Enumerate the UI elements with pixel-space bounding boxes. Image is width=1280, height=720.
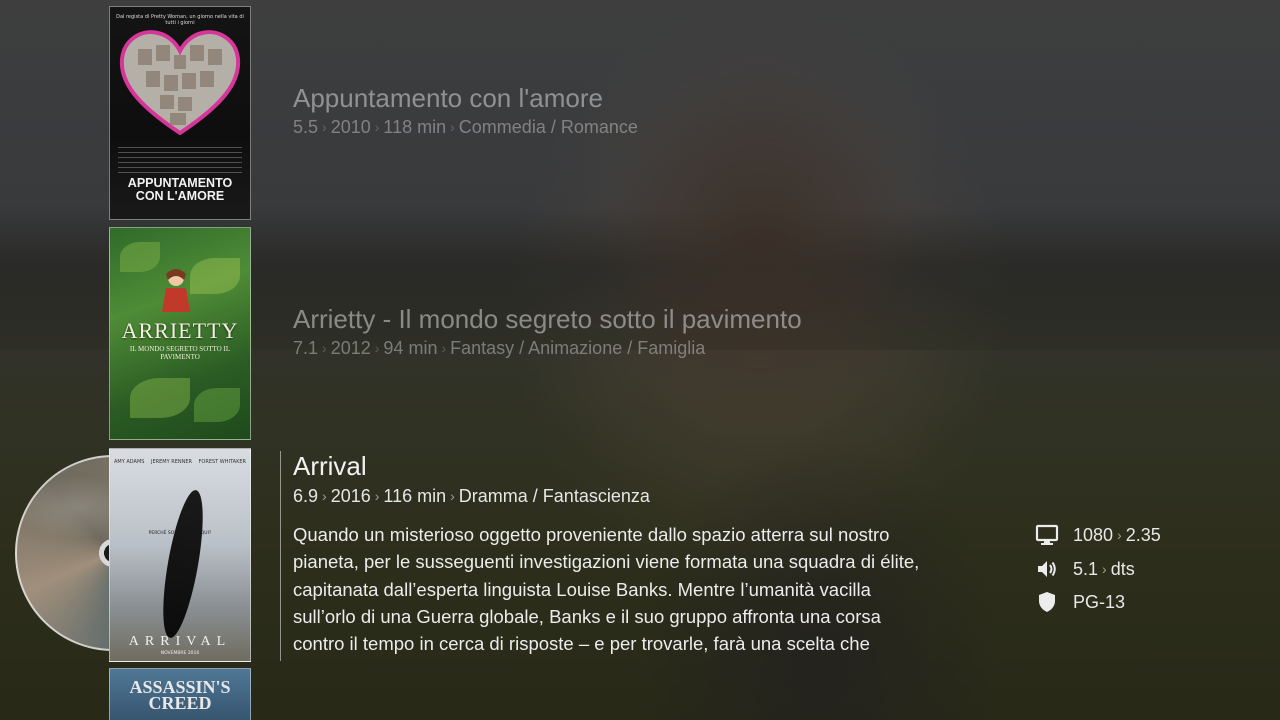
year-value: 2016: [330, 486, 371, 506]
cast-name: FOREST WHITAKER: [198, 459, 246, 465]
cast-name: JEREMY RENNER: [151, 459, 192, 465]
video-info: 1080 › 2.35: [1035, 522, 1161, 548]
mpaa-rating: PG-13: [1073, 591, 1126, 612]
poster-arrietty[interactable]: ARRIETTY IL MONDO SEGRETO SOTTO IL PAVIM…: [109, 227, 251, 440]
poster-title: ARRIVAL: [128, 634, 232, 649]
year-value: 2010: [330, 117, 371, 137]
separator: ›: [441, 340, 447, 356]
poster-cast: AMY ADAMS JEREMY RENNER FOREST WHITAKER: [114, 459, 246, 465]
genres-value: Fantasy / Animazione / Famiglia: [450, 338, 706, 358]
rating-value: 7.1: [293, 338, 319, 358]
poster-arrival[interactable]: AMY ADAMS JEREMY RENNER FOREST WHITAKER …: [109, 448, 251, 662]
plot-line: sull’orlo di una Guerra globale, Banks e…: [293, 605, 881, 627]
leaf-decoration: [120, 242, 160, 272]
separator: ›: [374, 488, 380, 504]
list-item-meta: 7.1 › 2012 › 94 min › Fantasy / Animazione / F…: [293, 338, 705, 359]
poster-assassins-creed[interactable]: ASSASSIN'S CREED: [109, 668, 251, 720]
separator: ›: [322, 340, 327, 356]
plot-line: capitanata dall’esperta linguista Louise…: [293, 578, 871, 600]
year-value: 2012: [330, 338, 371, 358]
runtime-value: 118 min: [383, 117, 447, 137]
separator: ›: [450, 488, 455, 504]
plot-summary: Quando un misterioso oggetto proveniente…: [293, 521, 993, 659]
audio-codec: dts: [1110, 558, 1135, 579]
poster-subtitle: IL MONDO SEGRETO SOTTO IL PAVIMENTO: [129, 345, 231, 361]
cast-name: AMY ADAMS: [114, 459, 145, 465]
runtime-value: 116 min: [383, 486, 447, 506]
poster-title-line: CREED: [148, 693, 212, 713]
speaker-icon: [1038, 561, 1056, 577]
heart-collage-image: [119, 30, 241, 136]
genres-value: Dramma / Fantascienza: [458, 486, 650, 506]
shield-icon: [1039, 592, 1055, 612]
poster-title: APPUNTAMENTO CON L'AMORE: [127, 176, 233, 203]
runtime-value: 94 min: [383, 338, 438, 358]
list-item-meta: 5.5 › 2010 › 118 min › Commedia / Romance: [293, 117, 638, 138]
separator: ›: [322, 119, 327, 135]
list-item-title[interactable]: Arrietty - Il mondo segreto sotto il pav…: [293, 304, 802, 335]
poster-release-date: NOVEMBRE 2016: [160, 651, 200, 656]
media-library-view: Dal regista di Pretty Woman, un giorno n…: [0, 0, 1280, 720]
poster-title: ASSASSIN'S CREED: [110, 678, 250, 713]
rating-value: 5.5: [293, 117, 319, 137]
monitor-icon: [1035, 524, 1059, 545]
list-item-title[interactable]: Appuntamento con l'amore: [293, 83, 603, 114]
plot-line: contro il tempo in cerca di risposte – e…: [293, 633, 870, 655]
selection-divider: [280, 451, 281, 661]
separator: ›: [450, 119, 455, 135]
selected-item-title[interactable]: Arrival: [293, 451, 367, 482]
genres-value: Commedia / Romance: [458, 117, 638, 137]
leaf-decoration: [130, 378, 190, 418]
audio-info: 5.1 › dts: [1035, 556, 1135, 582]
aspect-ratio: 2.35: [1125, 524, 1161, 545]
rating-value: 6.9: [293, 486, 319, 506]
poster-tagline: Dal regista di Pretty Woman, un giorno n…: [116, 14, 244, 26]
rating-info: PG-13: [1035, 589, 1125, 615]
video-resolution: 1080: [1073, 524, 1114, 545]
character-figure: [162, 269, 190, 312]
audio-channels: 5.1: [1073, 558, 1099, 579]
separator: ›: [374, 340, 380, 356]
selected-item-meta: 6.9 › 2016 › 116 min › Dramma / Fantascienza: [293, 486, 650, 507]
plot-line: pianeta, per le susseguenti investigazio…: [293, 551, 920, 573]
separator: ›: [322, 488, 327, 504]
alien-shell-image: [155, 487, 211, 641]
plot-line: Quando un misterioso oggetto proveniente…: [293, 524, 890, 545]
separator: ›: [1102, 561, 1107, 577]
leaf-decoration: [190, 258, 240, 294]
poster-title: ARRIETTY: [121, 318, 239, 343]
separator: ›: [1117, 527, 1122, 543]
separator: ›: [374, 119, 380, 135]
leaf-decoration: [194, 388, 240, 422]
poster-appuntamento[interactable]: Dal regista di Pretty Woman, un giorno n…: [109, 6, 251, 220]
poster-credits: [118, 147, 242, 175]
